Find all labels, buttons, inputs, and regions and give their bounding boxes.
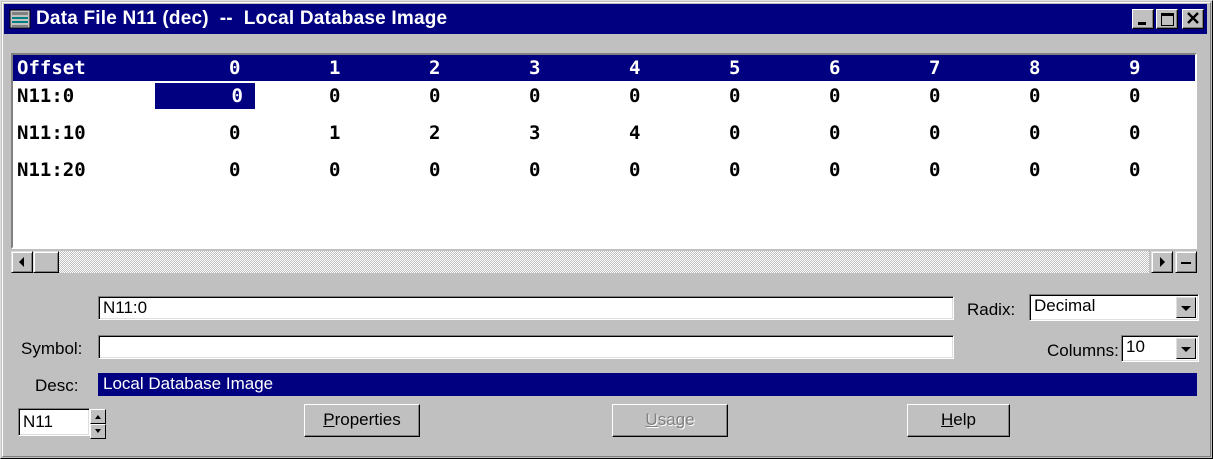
table-cell[interactable]: 0 [629, 159, 640, 181]
table-cell[interactable]: 0 [229, 122, 240, 144]
columns-dropdown-button[interactable] [1176, 338, 1196, 359]
table-cell[interactable]: 0 [729, 159, 740, 181]
maximize-button[interactable] [1156, 9, 1178, 29]
header-col-5: 5 [729, 57, 741, 79]
table-cell[interactable]: 0 [629, 85, 640, 107]
table-cell[interactable]: 0 [1029, 159, 1040, 181]
properties-label: roperties [334, 410, 401, 429]
chevron-down-icon [1181, 306, 1191, 311]
header-col-2: 2 [429, 57, 441, 79]
table-cell[interactable]: 3 [529, 122, 540, 144]
window-title: Data File N11 (dec) -- Local Database Im… [36, 8, 448, 29]
help-accel: H [941, 410, 954, 429]
radix-label: Radix: [967, 300, 1016, 319]
table-cell[interactable]: 0 [829, 122, 840, 144]
row-offset: N11:10 [17, 122, 86, 144]
help-label: elp [953, 410, 976, 429]
maximize-icon [1161, 13, 1174, 26]
table-cell-selected[interactable]: 0 [155, 83, 255, 109]
table-cell[interactable]: 2 [429, 122, 440, 144]
chevron-down-icon [1181, 347, 1191, 352]
table-cell[interactable]: 0 [1129, 85, 1140, 107]
row-offset: N11:20 [17, 159, 86, 181]
radix-dropdown-button[interactable] [1176, 297, 1196, 318]
table-cell[interactable]: 0 [529, 85, 540, 107]
table-cell[interactable]: 0 [929, 85, 940, 107]
row-offset: N11:0 [17, 85, 75, 107]
minimize-icon [1138, 22, 1146, 25]
minus-icon [1181, 262, 1191, 264]
close-button[interactable] [1182, 9, 1204, 29]
radix-value: Decimal [1034, 296, 1096, 315]
data-table: Offset 0 1 2 3 4 5 6 7 8 9 N11:0 0 0 0 0… [11, 53, 1197, 249]
scroll-track[interactable] [59, 251, 1149, 273]
table-cell[interactable]: 0 [429, 85, 440, 107]
data-file-icon [9, 9, 31, 29]
table-cell[interactable]: 0 [1029, 85, 1040, 107]
table-cell[interactable]: 0 [929, 122, 940, 144]
header-col-4: 4 [629, 57, 641, 79]
radix-select[interactable]: Decimal [1029, 294, 1199, 321]
properties-accel: P [323, 410, 335, 429]
table-cell[interactable]: 0 [329, 85, 340, 107]
description-field[interactable]: Local Database Image [98, 373, 1197, 396]
spin-down-button[interactable] [90, 424, 106, 439]
table-cell[interactable]: 1 [329, 122, 340, 144]
symbol-field[interactable] [98, 335, 954, 359]
header-col-9: 9 [1129, 57, 1141, 79]
help-button[interactable]: Help [907, 404, 1010, 437]
split-button[interactable] [1175, 251, 1197, 273]
header-col-7: 7 [929, 57, 941, 79]
data-file-window: Data File N11 (dec) -- Local Database Im… [0, 0, 1213, 459]
properties-button[interactable]: Properties [304, 404, 420, 437]
table-cell[interactable]: 0 [1129, 122, 1140, 144]
columns-select[interactable]: 10 [1121, 335, 1199, 362]
arrow-left-icon [19, 257, 24, 267]
header-col-3: 3 [529, 57, 541, 79]
scroll-thumb[interactable] [33, 251, 59, 273]
table-cell[interactable]: 4 [629, 122, 640, 144]
arrow-right-icon [1160, 257, 1165, 267]
minimize-button[interactable] [1132, 9, 1154, 29]
scroll-left-button[interactable] [11, 251, 33, 273]
table-header: Offset 0 1 2 3 4 5 6 7 8 9 [13, 55, 1195, 81]
table-cell[interactable]: 0 [829, 159, 840, 181]
header-col-1: 1 [329, 57, 341, 79]
horizontal-scrollbar[interactable] [11, 251, 1197, 273]
columns-value: 10 [1126, 337, 1145, 356]
scroll-right-button[interactable] [1151, 251, 1173, 273]
table-row: N11:10 0 1 2 3 4 0 0 0 0 0 [13, 119, 1195, 153]
columns-label: Columns: [1047, 341, 1119, 360]
table-row: N11:20 0 0 0 0 0 0 0 0 0 0 [13, 156, 1195, 190]
file-selector-field[interactable]: N11 [18, 408, 90, 436]
table-cell[interactable]: 0 [729, 85, 740, 107]
usage-label: sage [657, 410, 695, 429]
header-col-8: 8 [1029, 57, 1041, 79]
table-cell[interactable]: 0 [429, 159, 440, 181]
usage-button[interactable]: Usage [612, 404, 728, 437]
table-cell[interactable]: 0 [229, 159, 240, 181]
header-col-6: 6 [829, 57, 841, 79]
table-cell[interactable]: 0 [829, 85, 840, 107]
header-offset: Offset [17, 57, 86, 79]
table-row: N11:0 0 0 0 0 0 0 0 0 0 0 [13, 82, 1195, 116]
title-bar[interactable]: Data File N11 (dec) -- Local Database Im… [4, 4, 1207, 34]
close-icon [1186, 11, 1200, 30]
table-cell[interactable]: 0 [929, 159, 940, 181]
arrow-down-icon [95, 429, 101, 433]
address-field[interactable]: N11:0 [98, 296, 954, 320]
table-cell[interactable]: 0 [329, 159, 340, 181]
table-cell[interactable]: 0 [529, 159, 540, 181]
symbol-label: Symbol: [21, 339, 83, 358]
spin-up-button[interactable] [90, 409, 106, 424]
header-col-0: 0 [229, 57, 241, 79]
table-cell[interactable]: 0 [1129, 159, 1140, 181]
usage-accel: U [645, 410, 658, 429]
table-cell[interactable]: 0 [729, 122, 740, 144]
desc-label: Desc: [35, 376, 79, 395]
table-cell[interactable]: 0 [1029, 122, 1040, 144]
arrow-up-icon [95, 415, 101, 419]
